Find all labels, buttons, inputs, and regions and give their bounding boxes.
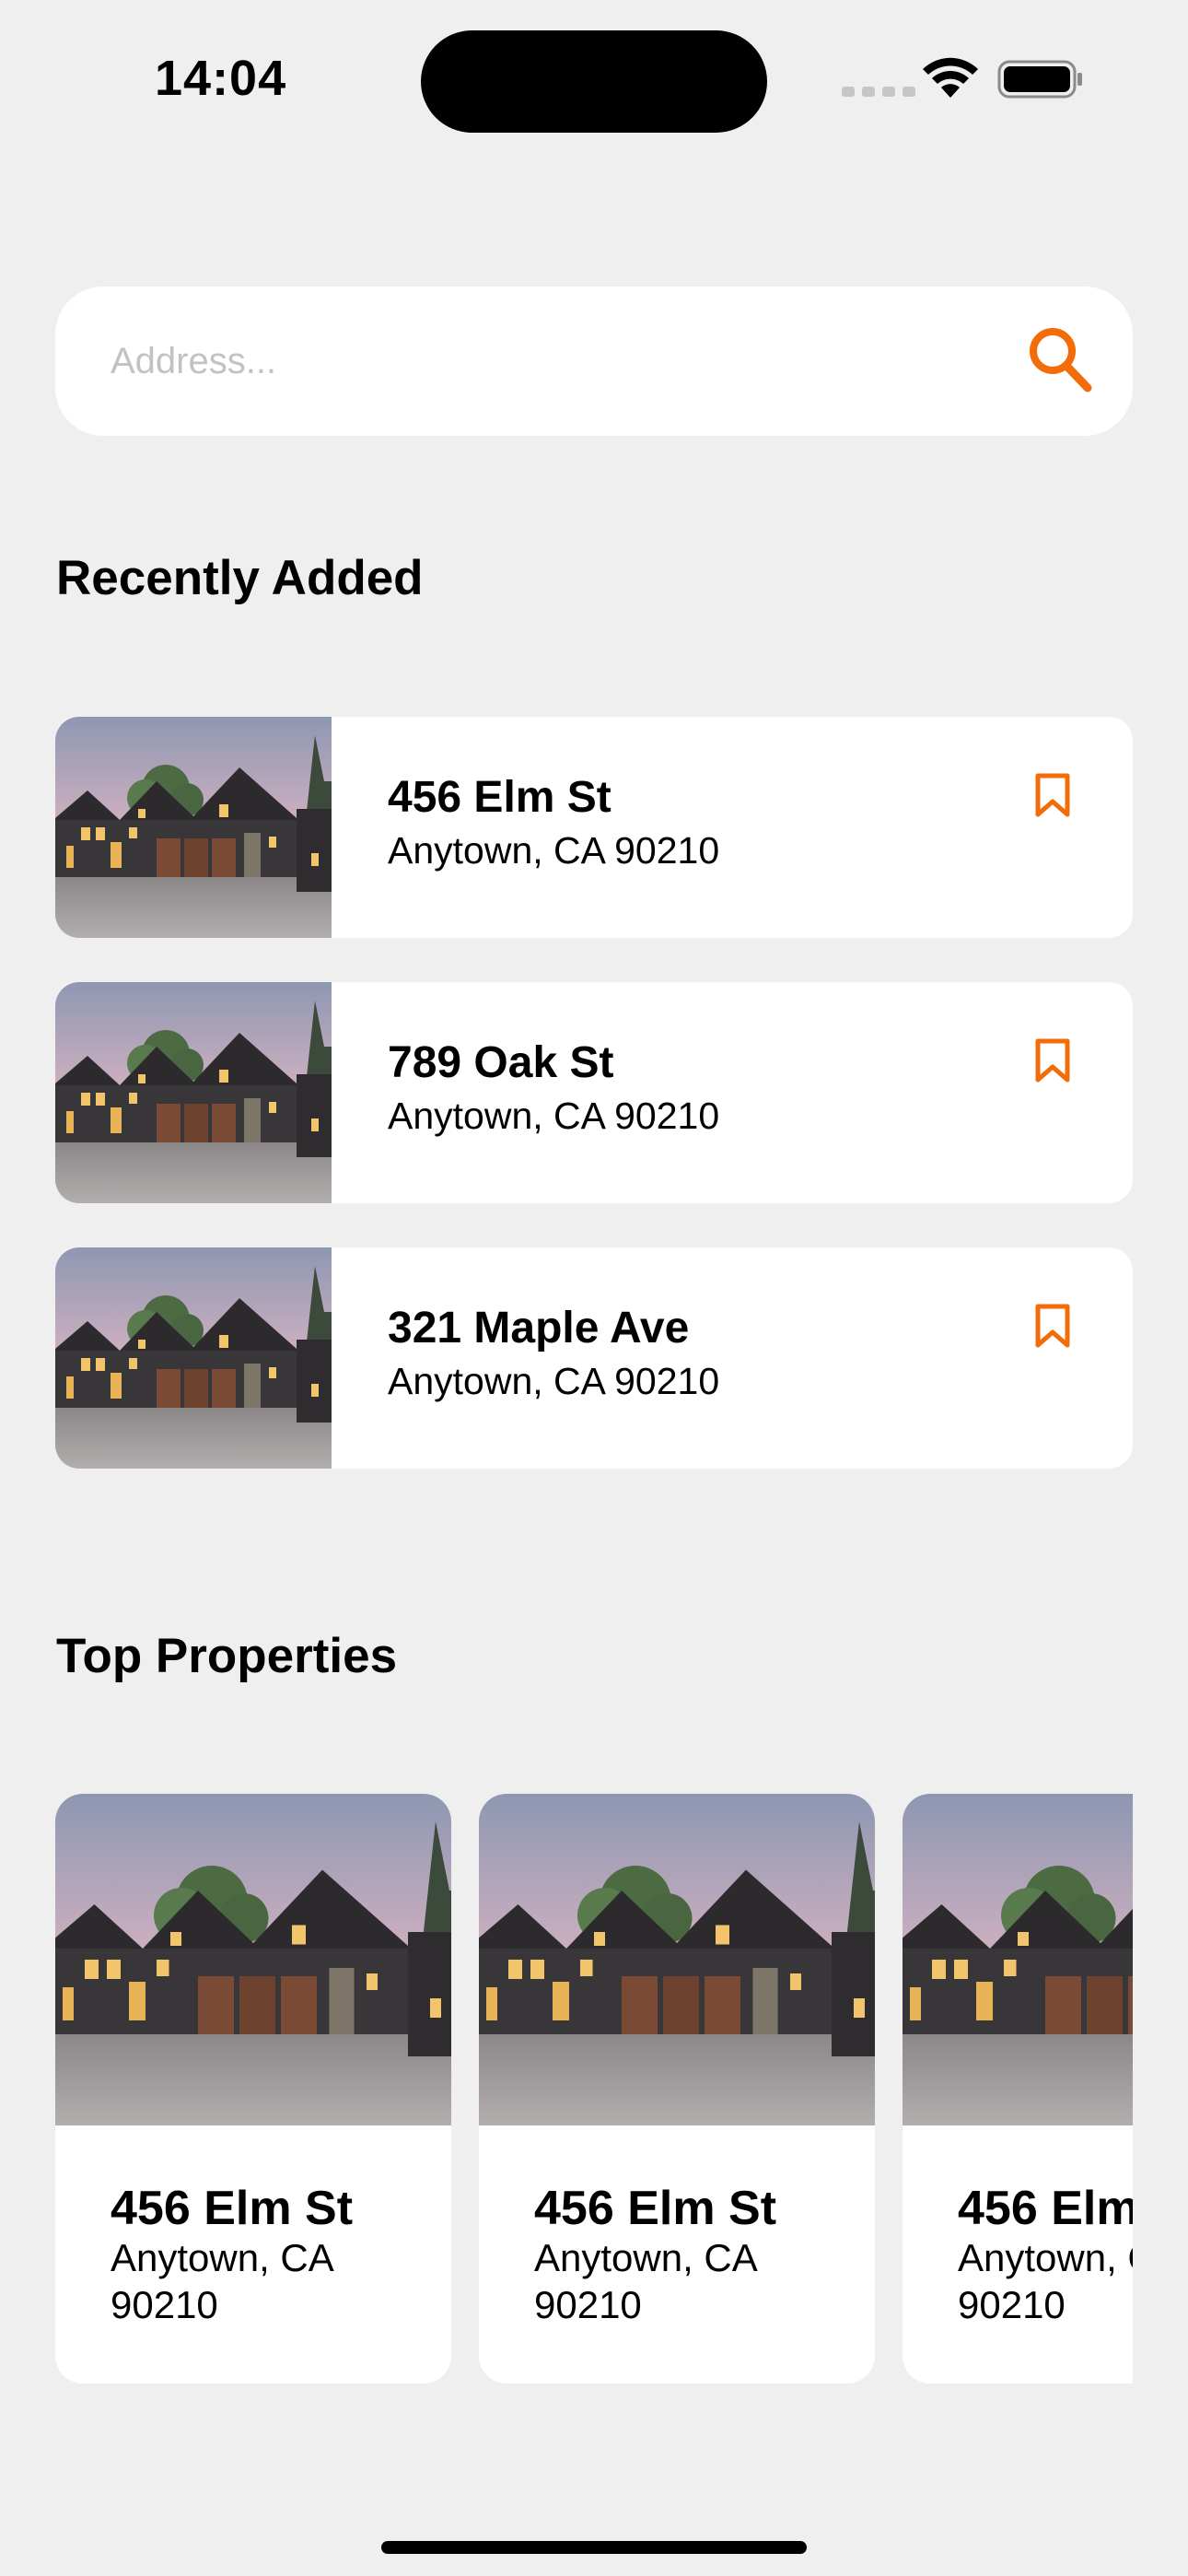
property-card[interactable]: 456 Elm St Anytown, CA 90210 (55, 1794, 451, 2383)
property-city: Anytown, CA 90210 (388, 1360, 720, 1402)
property-card[interactable]: 456 Elm St Anytown, CA 90210 (479, 1794, 875, 2383)
property-address: 456 Elm St (534, 2182, 777, 2235)
property-photo (55, 1794, 451, 2125)
bookmark-icon[interactable] (1034, 772, 1071, 818)
search-bar (55, 287, 1133, 436)
property-card[interactable]: 456 Elm St Anytown, CA 90210 (903, 1794, 1133, 2383)
property-city: Anytown, CA 90210 (534, 2236, 756, 2326)
top-properties-title: Top Properties (56, 1629, 398, 1683)
home-indicator[interactable] (381, 2541, 807, 2554)
search-input[interactable] (111, 329, 995, 393)
dynamic-island (421, 30, 767, 133)
cellular-signal-icon (842, 87, 915, 97)
property-address: 789 Oak St (388, 1038, 614, 1087)
list-item[interactable]: 789 Oak St Anytown, CA 90210 (55, 982, 1133, 1203)
bookmark-icon[interactable] (1034, 1303, 1071, 1349)
property-address: 456 Elm St (388, 773, 611, 822)
top-properties-carousel[interactable]: 456 Elm St Anytown, CA 90210 456 Elm St … (55, 1794, 1133, 2383)
battery-icon (997, 60, 1082, 99)
property-address: 456 Elm St (958, 2182, 1133, 2235)
property-city: Anytown, CA 90210 (111, 2236, 332, 2326)
property-thumbnail (55, 1247, 332, 1469)
property-city: Anytown, CA 90210 (388, 1095, 720, 1137)
bookmark-icon[interactable] (1034, 1037, 1071, 1083)
status-time: 14:04 (155, 51, 287, 106)
wifi-icon (923, 57, 978, 98)
recently-added-title: Recently Added (56, 551, 424, 605)
property-photo (903, 1794, 1133, 2125)
list-item[interactable]: 456 Elm St Anytown, CA 90210 (55, 717, 1133, 938)
property-photo (479, 1794, 875, 2125)
property-thumbnail (55, 717, 332, 938)
property-address: 456 Elm St (111, 2182, 354, 2235)
list-item[interactable]: 321 Maple Ave Anytown, CA 90210 (55, 1247, 1133, 1469)
property-city: Anytown, CA 90210 (958, 2236, 1133, 2326)
property-thumbnail (55, 982, 332, 1203)
property-city: Anytown, CA 90210 (388, 829, 720, 872)
property-address: 321 Maple Ave (388, 1304, 690, 1352)
search-icon[interactable] (1027, 325, 1093, 395)
